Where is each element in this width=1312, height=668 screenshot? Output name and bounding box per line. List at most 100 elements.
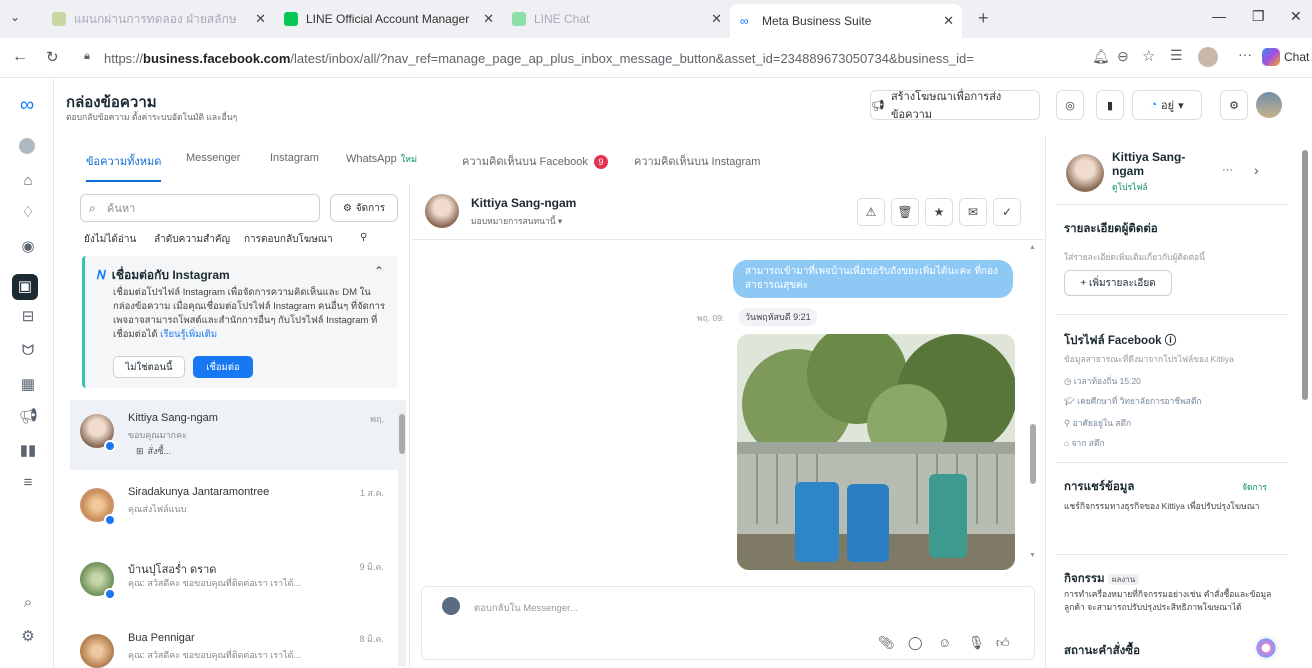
minimize-icon[interactable]: — <box>1212 8 1226 24</box>
learn-more-link[interactable]: เรียนรู้เพิ่มเติม <box>160 329 217 340</box>
account-avatar-icon[interactable] <box>19 138 35 154</box>
thumbs-up-icon[interactable]: 👍︎ <box>996 635 1010 651</box>
browser-tab-4[interactable]: ∞ Meta Business Suite ✕ <box>730 4 962 38</box>
assign-dropdown[interactable]: มอบหมายการสนทนานี้ ▾ <box>471 214 562 228</box>
conversation-item-2[interactable]: Siradakunya Jantaramontree คุณส่งไฟล์แนบ… <box>70 474 398 544</box>
analytics-icon[interactable]: ▮▮ <box>19 442 37 460</box>
close-icon[interactable]: ✕ <box>483 11 494 27</box>
instagram-button[interactable]: ◎ <box>1056 90 1084 120</box>
meta-logo-icon[interactable]: ∞ <box>13 95 41 115</box>
scroll-down-icon[interactable]: ▼ <box>1029 552 1036 559</box>
more-icon[interactable]: ··· <box>1222 164 1233 176</box>
tab-instagram[interactable]: Instagram <box>270 152 319 164</box>
microphone-icon[interactable]: 🎙︎ <box>968 635 985 651</box>
close-icon[interactable]: ✕ <box>943 13 954 29</box>
page-avatar[interactable] <box>1256 92 1282 118</box>
inbox-icon[interactable]: ▣ <box>12 274 38 300</box>
mark-done-button[interactable]: ✓ <box>993 198 1021 226</box>
search-input[interactable]: ⌕ ค้นหา <box>80 194 320 222</box>
filter-settings-icon[interactable]: ⚲ <box>360 232 367 243</box>
avatar[interactable] <box>425 194 459 228</box>
line-icon <box>284 12 298 26</box>
close-icon[interactable]: ✕ <box>255 11 266 27</box>
reply-composer[interactable]: ตอบกลับใน Messenger... 📎︎ ◯ ☺ 🎙︎ 👍︎ <box>421 586 1035 660</box>
chat-contact-name[interactable]: Kittiya Sang-ngam <box>471 196 576 210</box>
calendar-icon[interactable]: ▦ <box>19 376 37 394</box>
new-tab-icon[interactable]: + <box>978 8 989 29</box>
profile-name[interactable]: Kittiya Sang-ngam <box>1112 150 1212 178</box>
assistant-icon[interactable] <box>1254 636 1278 660</box>
tag-icon: ⊞ <box>136 446 144 456</box>
right-pane-scrollbar[interactable] <box>1302 150 1308 400</box>
mark-unread-button[interactable]: ✉ <box>959 198 987 226</box>
more-icon[interactable]: ··· <box>1238 46 1252 62</box>
conversation-item-3[interactable]: บ้านปุโสอร่ำ ดราด คุณ: สวัสดีคะ ขอขอบคุณ… <box>70 548 398 618</box>
insights-icon[interactable]: ᗢ <box>19 342 37 360</box>
create-ad-button[interactable]: 📢︎ สร้างโฆษณาเพื่อการส่งข้อความ <box>870 90 1040 121</box>
connect-button[interactable]: เชื่อมต่อ <box>193 356 253 378</box>
url-input[interactable]: 🔒︎ https://business.facebook.com/latest/… <box>78 44 1028 72</box>
emoji-icon[interactable]: ☺ <box>938 635 951 650</box>
filter-unread[interactable]: ยังไม่ได้อ่าน <box>84 232 136 247</box>
page-selector-label: อยู่ <box>1161 100 1175 112</box>
contact-details-hint: ใส่รายละเอียดเพิ่มเติมเกี่ยวกับผู้ติดต่อ… <box>1064 252 1205 262</box>
close-icon[interactable]: ✕ <box>711 11 722 27</box>
tab-menu-icon[interactable]: ⌄ <box>10 10 20 24</box>
settings-icon[interactable]: ⚙︎ <box>19 628 37 646</box>
list-scrollbar-thumb[interactable] <box>399 414 405 454</box>
planner-icon[interactable]: ◉ <box>19 238 37 256</box>
tab-messenger[interactable]: Messenger <box>186 152 240 164</box>
ads-icon[interactable]: 📢︎ <box>19 408 38 426</box>
tab-whatsapp[interactable]: WhatsApp ใหม่ <box>346 152 417 166</box>
window-close-icon[interactable]: ✕ <box>1290 8 1302 25</box>
chat-label[interactable]: Chat <box>1284 50 1309 64</box>
browser-tab-1[interactable]: แผนกผ่านการทดลอง ฝ่ายสลักษ ✕ <box>42 6 274 32</box>
instagram-icon: ◎ <box>1065 99 1075 112</box>
home-icon[interactable]: ⌂ <box>19 172 37 190</box>
data-sharing-manage-link[interactable]: จัดการ <box>1242 480 1267 494</box>
conversation-item-1[interactable]: Kittiya Sang-ngam ขอบคุณมากคะ พฤ. ⊞ สั่งซ… <box>70 400 398 470</box>
saved-reply-icon[interactable]: ◯ <box>908 635 923 651</box>
not-now-button[interactable]: ไม่ใช่ตอนนี้ <box>113 356 185 378</box>
notification-icon[interactable]: 🔔︎ <box>1092 48 1110 65</box>
star-button[interactable]: ★ <box>925 198 953 226</box>
favorites-list-icon[interactable]: ☰ <box>1170 47 1183 64</box>
insights-button[interactable]: ▮ <box>1096 90 1124 120</box>
settings-button[interactable]: ⚙︎ <box>1220 90 1248 120</box>
view-profile-link[interactable]: ดูโปรไฟล์ <box>1112 180 1148 194</box>
chat-scrollbar[interactable]: ▲ ▼ <box>1029 244 1037 564</box>
delete-button[interactable]: 🗑︎ <box>891 198 919 226</box>
back-icon[interactable]: ← <box>12 48 28 66</box>
collapse-icon[interactable]: ⌃ <box>374 264 384 278</box>
tab-instagram-comments[interactable]: ความคิดเห็นบน Instagram <box>634 152 760 170</box>
profile-avatar-icon[interactable] <box>1198 47 1218 67</box>
tab-all-messages[interactable]: ข้อความทั้งหมด <box>86 152 162 182</box>
report-button[interactable]: ⚠ <box>857 198 885 226</box>
page-selector[interactable]: ◔ อยู่ ▾ <box>1132 90 1202 120</box>
browser-tab-3[interactable]: LINE Chat ✕ <box>502 6 730 32</box>
restore-icon[interactable]: ❐ <box>1252 8 1265 25</box>
add-details-button[interactable]: + เพิ่มรายละเอียด <box>1064 270 1172 296</box>
scroll-up-icon[interactable]: ▲ <box>1029 244 1036 251</box>
browser-tab-2[interactable]: LINE Official Account Manager ✕ <box>274 6 502 32</box>
reload-icon[interactable]: ↻ <box>46 48 59 66</box>
avatar[interactable] <box>1066 154 1104 192</box>
search-icon[interactable]: ⌕ <box>19 594 37 612</box>
content-icon[interactable]: ⊟ <box>19 308 37 326</box>
menu-icon[interactable]: ≡ <box>19 474 37 492</box>
zoom-icon[interactable]: ⊖ <box>1117 48 1129 65</box>
copilot-icon[interactable] <box>1262 48 1280 66</box>
attach-icon[interactable]: 📎︎ <box>878 635 895 651</box>
chat-scrollbar-thumb[interactable] <box>1030 424 1036 484</box>
message-photo[interactable] <box>737 334 1015 570</box>
chevron-right-icon[interactable]: › <box>1254 162 1259 178</box>
filter-priority[interactable]: ลำดับความสำคัญ <box>154 232 230 247</box>
tab-label: WhatsApp <box>346 153 397 165</box>
tab-facebook-comments[interactable]: ความคิดเห็นบน Facebook 9 <box>462 152 608 170</box>
favorite-icon[interactable]: ☆ <box>1142 47 1155 65</box>
manage-button[interactable]: ⚙︎ จัดการ <box>330 194 398 222</box>
notifications-icon[interactable]: ♢ <box>19 204 37 222</box>
card-title: 𝑁 เชื่อมต่อกับ Instagram <box>97 266 230 285</box>
filter-ad-replies[interactable]: การตอบกลับโฆษณา <box>244 232 333 247</box>
conversation-item-4[interactable]: Bua Pennigar คุณ: สวัสดีคะ ขอขอบคุณที่ติ… <box>70 620 398 668</box>
